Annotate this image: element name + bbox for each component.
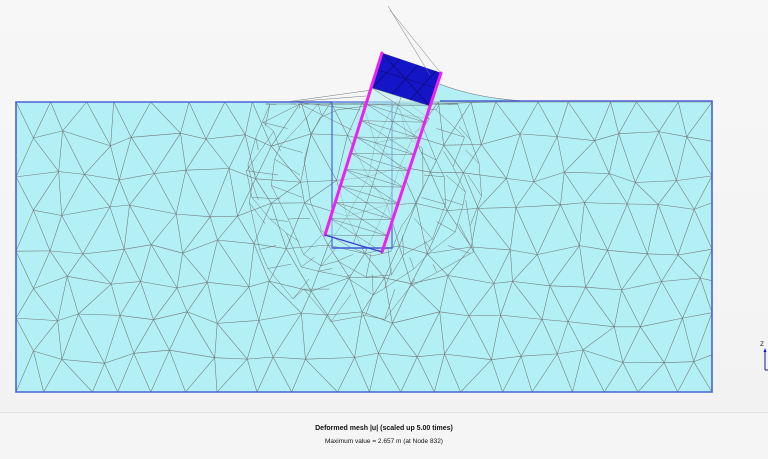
- plot-caption: Deformed mesh |u| (scaled up 5.00 times)…: [0, 412, 768, 459]
- z-axis-arrowhead: [764, 348, 767, 352]
- z-axis-label: Z: [760, 342, 764, 348]
- axis-indicator: Z: [756, 338, 768, 378]
- deformed-mesh-plot[interactable]: [0, 0, 768, 412]
- plot-title: Deformed mesh |u| (scaled up 5.00 times): [0, 424, 768, 433]
- model-viewport[interactable]: Z: [0, 0, 768, 412]
- maximum-value: Maximum value = 2.657 m (at Node 832): [0, 437, 768, 446]
